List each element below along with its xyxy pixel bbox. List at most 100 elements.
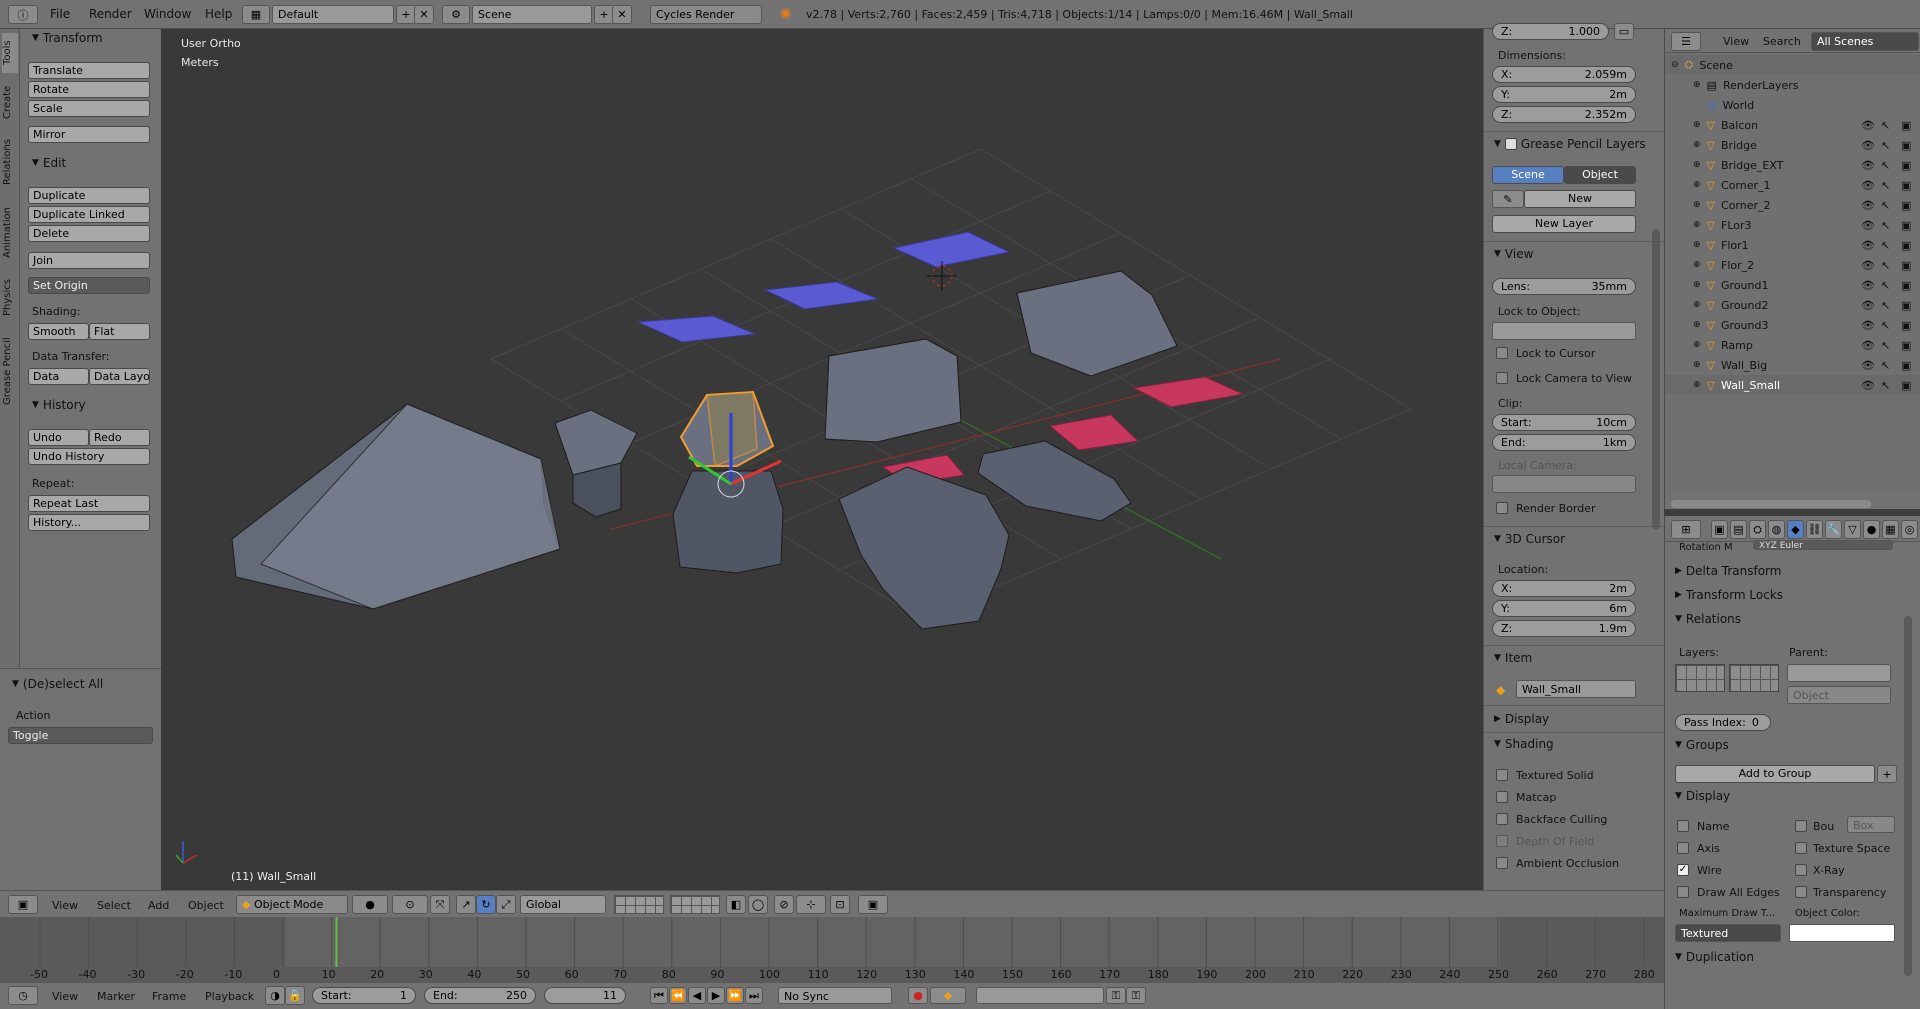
lock-camera-checkbox[interactable]	[1496, 372, 1508, 384]
scale-manip-icon[interactable]: ⤢	[496, 895, 516, 914]
marker-menu[interactable]: Marker	[97, 990, 135, 1003]
data-layout-button[interactable]: Data Layo	[89, 368, 150, 385]
jump-keyframe-forward-icon[interactable]: ⏩	[726, 987, 744, 1004]
selectable-cursor-icon[interactable]: ↖	[1881, 299, 1890, 312]
pass-index-field[interactable]: Pass Index: 0	[1675, 714, 1771, 731]
lock-object-field[interactable]	[1492, 322, 1636, 340]
frame-menu[interactable]: Frame	[152, 990, 186, 1003]
tab-create[interactable]: Create	[2, 77, 18, 127]
parent-type-select[interactable]: Object	[1787, 686, 1891, 704]
outliner-object-row[interactable]: ⊕ ▽ Ground2 👁 ↖ ▣	[1665, 295, 1920, 315]
history-button[interactable]: History...	[28, 514, 150, 531]
draw-all-edges-checkbox[interactable]	[1677, 886, 1689, 898]
outliner-object-row[interactable]: ⊕ ▽ FLor3 👁 ↖ ▣	[1665, 215, 1920, 235]
tab-grease-pencil[interactable]: Grease Pencil	[2, 327, 18, 415]
material-context-icon[interactable]: ●	[1863, 520, 1880, 539]
outliner-editor-icon[interactable]: ☰	[1671, 32, 1701, 51]
object-tab[interactable]: Object	[1564, 166, 1636, 184]
outliner-object-row[interactable]: ⊕ ▽ Wall_Big 👁 ↖ ▣	[1665, 355, 1920, 375]
xray-checkbox[interactable]	[1795, 864, 1807, 876]
grease-pencil-header[interactable]: ▼ Grease Pencil Layers	[1494, 137, 1646, 151]
layers-grid-2[interactable]	[1729, 664, 1779, 692]
panel-transform-header[interactable]: ▼ Transform	[32, 31, 103, 45]
render-engine-select[interactable]: Cycles Render	[650, 5, 762, 24]
groups-header[interactable]: ▼ Groups	[1675, 738, 1729, 752]
item-header[interactable]: ▼ Item	[1494, 651, 1532, 665]
grease-pencil-checkbox[interactable]	[1504, 138, 1517, 150]
new-gp-button[interactable]: New	[1524, 190, 1636, 208]
menu-render[interactable]: Render	[89, 7, 132, 21]
jump-end-icon[interactable]: ⏭	[745, 987, 763, 1004]
panel-edit-header[interactable]: ▼ Edit	[32, 156, 66, 170]
preview-range-icon[interactable]: ◑	[265, 986, 285, 1005]
selectable-cursor-icon[interactable]: ↖	[1881, 379, 1890, 392]
play-reverse-icon[interactable]: ◀	[688, 987, 706, 1004]
scale-z-field[interactable]: Z: 1.000	[1492, 23, 1609, 40]
outliner-object-row[interactable]: ⊕ ▽ Ground3 👁 ↖ ▣	[1665, 315, 1920, 335]
play-icon[interactable]: ▶	[707, 987, 725, 1004]
constraints-context-icon[interactable]: ⛓	[1806, 520, 1823, 539]
wire-checkbox-checked[interactable]: ✓	[1677, 864, 1689, 876]
selectable-cursor-icon[interactable]: ↖	[1881, 159, 1890, 172]
panel-history-header[interactable]: ▼ History	[32, 398, 86, 412]
add-layout-icon[interactable]: +	[396, 5, 416, 24]
eye-visibility-icon[interactable]: 👁	[1861, 199, 1875, 212]
scene-icon[interactable]: ⚙	[442, 5, 470, 24]
eye-visibility-icon[interactable]: 👁	[1861, 279, 1875, 292]
axis-checkbox[interactable]	[1677, 842, 1689, 854]
selectable-cursor-icon[interactable]: ↖	[1881, 199, 1890, 212]
timeline-view-menu[interactable]: View	[52, 990, 78, 1003]
duplicate-button[interactable]: Duplicate	[28, 187, 150, 204]
matcap-checkbox[interactable]	[1496, 791, 1508, 803]
texture-context-icon[interactable]: ▦	[1882, 520, 1899, 539]
render-camera-icon[interactable]: ▣	[1901, 239, 1911, 252]
selectable-cursor-icon[interactable]: ↖	[1881, 319, 1890, 332]
selectable-cursor-icon[interactable]: ↖	[1881, 359, 1890, 372]
add-menu[interactable]: Add	[148, 899, 169, 912]
physics-context-icon[interactable]: ◎	[1901, 520, 1918, 539]
render-border-checkbox[interactable]	[1496, 502, 1508, 514]
selectable-cursor-icon[interactable]: ↖	[1881, 219, 1890, 232]
texture-space-checkbox[interactable]	[1795, 842, 1807, 854]
textured-solid-checkbox[interactable]	[1496, 769, 1508, 781]
npanel-scrollbar[interactable]	[1652, 229, 1660, 529]
backface-culling-checkbox[interactable]	[1496, 813, 1508, 825]
scene-layers-grid-1[interactable]	[614, 895, 664, 914]
orientation-select[interactable]: Global	[520, 895, 606, 914]
menu-file[interactable]: File	[50, 7, 70, 21]
delete-keyframe-icon[interactable]: ⚿	[1126, 987, 1146, 1004]
scene-layers-grid-2[interactable]	[670, 895, 720, 914]
object-menu[interactable]: Object	[188, 899, 224, 912]
add-scene-icon[interactable]: +	[594, 5, 614, 24]
render-camera-icon[interactable]: ▣	[1901, 199, 1911, 212]
scene-field[interactable]: Scene	[472, 5, 592, 24]
editor-type-info-icon[interactable]: ⓘ	[8, 5, 38, 24]
lock-cursor-checkbox[interactable]	[1496, 347, 1508, 359]
rotation-mode-select[interactable]: XYZ Euler	[1753, 540, 1893, 550]
eye-visibility-icon[interactable]: 👁	[1861, 359, 1875, 372]
3d-cursor-header[interactable]: ▼ 3D Cursor	[1494, 532, 1565, 546]
screen-layout-field[interactable]: Default	[272, 5, 394, 24]
undo-history-button[interactable]: Undo History	[28, 448, 150, 465]
render-camera-icon[interactable]: ▣	[1901, 159, 1911, 172]
eye-visibility-icon[interactable]: 👁	[1861, 159, 1875, 172]
insert-keyframe-icon[interactable]: ⚿	[1106, 987, 1126, 1004]
pencil-icon[interactable]: ✎	[1492, 190, 1524, 208]
view-panel-header[interactable]: ▼ View	[1494, 247, 1533, 261]
cursor-y-field[interactable]: Y: 6m	[1492, 600, 1636, 617]
modifiers-context-icon[interactable]: 🔧	[1825, 520, 1842, 539]
lens-field[interactable]: Lens: 35mm	[1492, 278, 1636, 295]
outliner-hscrollbar[interactable]	[1671, 500, 1871, 508]
pivot-point-icon[interactable]: ⊙	[392, 895, 428, 914]
world-context-icon[interactable]: ◍	[1768, 520, 1785, 539]
display-header[interactable]: ▼ Display	[1675, 789, 1730, 803]
name-checkbox[interactable]	[1677, 820, 1689, 832]
select-menu[interactable]: Select	[97, 899, 131, 912]
lock-range-icon[interactable]: 🔒	[285, 986, 305, 1005]
keying-set-field[interactable]	[976, 987, 1104, 1004]
eye-visibility-icon[interactable]: 👁	[1861, 259, 1875, 272]
eye-visibility-icon[interactable]: 👁	[1861, 179, 1875, 192]
ambient-occlusion-checkbox[interactable]	[1496, 857, 1508, 869]
outliner-row-renderlayers[interactable]: ⊕ ▤ RenderLayers	[1665, 75, 1920, 95]
render-camera-icon[interactable]: ▣	[1901, 139, 1911, 152]
